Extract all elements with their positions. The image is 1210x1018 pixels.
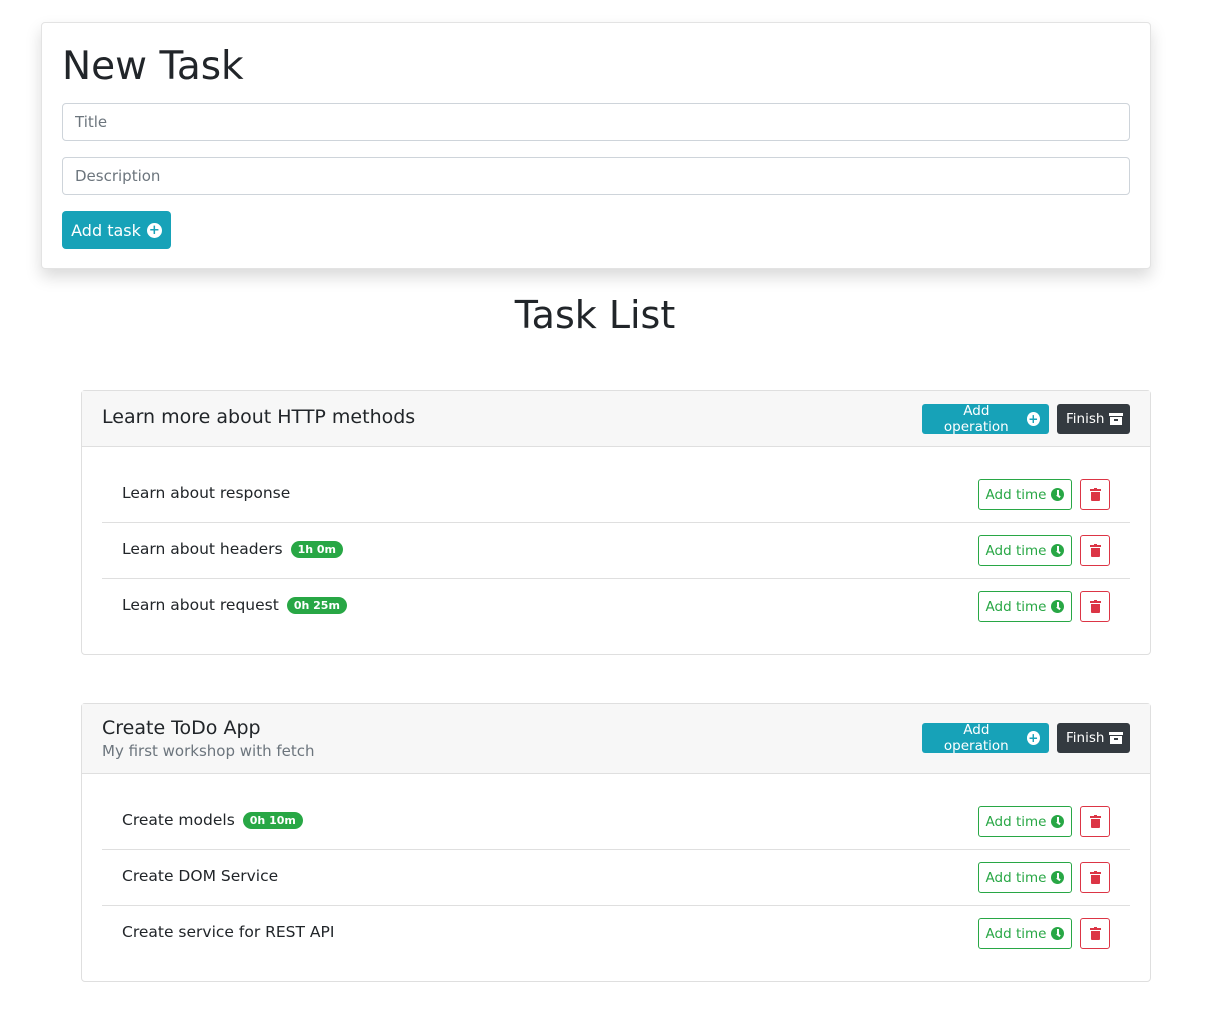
clock-icon [1051, 488, 1065, 501]
time-badge: 0h 10m [242, 811, 303, 829]
task-title: Create ToDo App [102, 717, 261, 739]
operation-row: Create models 0h 10m Add time [102, 794, 1130, 850]
time-badge: 1h 0m [290, 540, 344, 558]
operation-row: Learn about headers 1h 0m Add time [102, 523, 1130, 579]
new-task-card: New Task Add task + [41, 22, 1151, 269]
plus-circle-icon: + [1026, 731, 1040, 745]
delete-operation-button[interactable] [1080, 806, 1110, 837]
operation-label: Create models [122, 811, 235, 829]
task-header-actions: Add operation + Finish [922, 722, 1130, 754]
operation-row: Create DOM Service Add time [102, 850, 1130, 906]
operation-list: Learn about response Add time Learn abou… [102, 467, 1130, 635]
add-task-button[interactable]: Add task + [62, 211, 171, 249]
finish-button[interactable]: Finish [1057, 404, 1130, 434]
delete-operation-button[interactable] [1080, 862, 1110, 893]
finish-label: Finish [1066, 730, 1105, 746]
title-input[interactable] [62, 103, 1130, 141]
archive-icon [1109, 413, 1123, 425]
task-header-actions: Add operation + Finish [922, 403, 1130, 435]
finish-label: Finish [1066, 411, 1105, 427]
trash-icon [1089, 544, 1101, 557]
delete-operation-button[interactable] [1080, 918, 1110, 949]
task-header: Learn more about HTTP methods Add operat… [82, 391, 1150, 447]
operation-label: Learn about response [122, 484, 291, 502]
operation-row: Learn about response Add time [102, 467, 1130, 523]
add-time-button[interactable]: Add time [978, 479, 1072, 510]
operation-list: Create models 0h 10m Add time Create DOM… [102, 794, 1130, 962]
clock-icon [1051, 871, 1065, 884]
delete-operation-button[interactable] [1080, 535, 1110, 566]
time-badge: 0h 25m [286, 596, 347, 614]
add-time-label: Add time [985, 486, 1047, 503]
task-header: Create ToDo App My first workshop with f… [82, 704, 1150, 774]
trash-icon [1089, 488, 1101, 501]
clock-icon [1051, 600, 1065, 613]
add-time-button[interactable]: Add time [978, 806, 1072, 837]
add-time-label: Add time [985, 542, 1047, 559]
plus-circle-icon: + [146, 222, 162, 238]
finish-button[interactable]: Finish [1057, 723, 1130, 753]
new-task-heading: New Task [62, 44, 244, 89]
description-input[interactable] [62, 157, 1130, 195]
add-time-button[interactable]: Add time [978, 862, 1072, 893]
add-time-button[interactable]: Add time [978, 535, 1072, 566]
operation-label: Learn about request [122, 596, 279, 614]
operation-row: Create service for REST API Add time [102, 906, 1130, 962]
add-time-label: Add time [985, 925, 1047, 942]
operation-label: Learn about headers [122, 540, 283, 558]
operation-row: Learn about request 0h 25m Add time [102, 579, 1130, 635]
add-operation-label: Add operation [943, 403, 1009, 435]
add-time-label: Add time [985, 813, 1047, 830]
add-time-label: Add time [985, 598, 1047, 615]
add-task-label: Add task [71, 220, 141, 240]
task-description: My first workshop with fetch [102, 742, 315, 760]
operation-label: Create DOM Service [122, 867, 279, 885]
add-operation-button[interactable]: Add operation + [922, 722, 1049, 754]
add-time-label: Add time [985, 869, 1047, 886]
task-title: Learn more about HTTP methods [102, 406, 416, 428]
plus-circle-icon: + [1026, 412, 1040, 426]
task-card: Learn more about HTTP methods Add operat… [81, 390, 1151, 655]
clock-icon [1051, 927, 1065, 940]
task-card: Create ToDo App My first workshop with f… [81, 703, 1151, 982]
archive-icon [1109, 732, 1123, 744]
clock-icon [1051, 815, 1065, 828]
delete-operation-button[interactable] [1080, 591, 1110, 622]
task-list-heading: Task List [514, 293, 676, 337]
delete-operation-button[interactable] [1080, 479, 1110, 510]
add-time-button[interactable]: Add time [978, 591, 1072, 622]
add-operation-label: Add operation [943, 722, 1009, 754]
trash-icon [1089, 600, 1101, 613]
trash-icon [1089, 871, 1101, 884]
operation-label: Create service for REST API [122, 923, 335, 941]
clock-icon [1051, 544, 1065, 557]
add-time-button[interactable]: Add time [978, 918, 1072, 949]
trash-icon [1089, 927, 1101, 940]
trash-icon [1089, 815, 1101, 828]
add-operation-button[interactable]: Add operation + [922, 403, 1049, 435]
